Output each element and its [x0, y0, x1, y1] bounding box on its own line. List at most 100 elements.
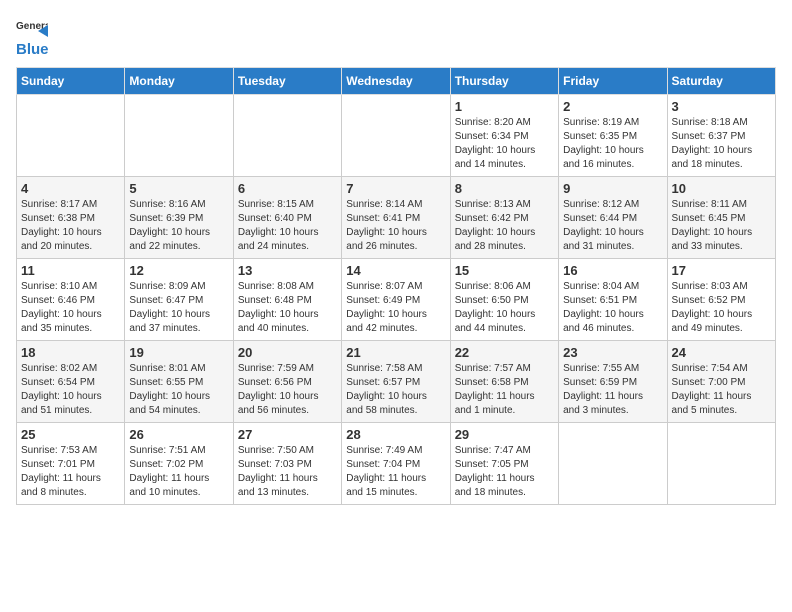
day-info: Sunrise: 8:11 AM Sunset: 6:45 PM Dayligh… — [672, 198, 771, 254]
day-info: Sunrise: 7:54 AM Sunset: 7:00 PM Dayligh… — [672, 362, 771, 418]
day-number: 28 — [346, 427, 445, 442]
day-info: Sunrise: 8:18 AM Sunset: 6:37 PM Dayligh… — [672, 116, 771, 172]
day-number: 17 — [672, 263, 771, 278]
day-number: 23 — [563, 345, 662, 360]
day-number: 13 — [238, 263, 337, 278]
day-number: 24 — [672, 345, 771, 360]
day-info: Sunrise: 7:59 AM Sunset: 6:56 PM Dayligh… — [238, 362, 337, 418]
calendar-cell: 15 Sunrise: 8:06 AM Sunset: 6:50 PM Dayli… — [450, 258, 558, 340]
calendar-table: SundayMondayTuesdayWednesdayThursdayFrid… — [16, 67, 776, 505]
day-number: 15 — [455, 263, 554, 278]
calendar-cell: 1 Sunrise: 8:20 AM Sunset: 6:34 PM Daylig… — [450, 94, 558, 176]
day-info: Sunrise: 7:51 AM Sunset: 7:02 PM Dayligh… — [129, 444, 228, 500]
day-info: Sunrise: 8:01 AM Sunset: 6:55 PM Dayligh… — [129, 362, 228, 418]
calendar-cell: 5Sunrise: 8:16 AM Sunset: 6:39 PM Daylig… — [125, 176, 233, 258]
weekday-header: Wednesday — [342, 67, 450, 94]
day-number: 20 — [238, 345, 337, 360]
weekday-header: Saturday — [667, 67, 775, 94]
calendar-cell: 22 Sunrise: 7:57 AM Sunset: 6:58 PM Dayli… — [450, 340, 558, 422]
calendar-cell: 12 Sunrise: 8:09 AM Sunset: 6:47 PM Dayli… — [125, 258, 233, 340]
calendar-cell — [17, 94, 125, 176]
calendar-cell: 20 Sunrise: 7:59 AM Sunset: 6:56 PM Dayli… — [233, 340, 341, 422]
logo: General Blue — [16, 16, 49, 59]
day-info: Sunrise: 8:17 AM Sunset: 6:38 PM Dayligh… — [21, 198, 120, 254]
calendar-cell: 9 Sunrise: 8:12 AM Sunset: 6:44 PM Daylig… — [559, 176, 667, 258]
calendar-cell: 23 Sunrise: 7:55 AM Sunset: 6:59 PM Dayli… — [559, 340, 667, 422]
day-number: 1 — [455, 99, 554, 114]
day-info: Sunrise: 7:55 AM Sunset: 6:59 PM Dayligh… — [563, 362, 662, 418]
calendar-header-row: SundayMondayTuesdayWednesdayThursdayFrid… — [17, 67, 776, 94]
calendar-cell: 6 Sunrise: 8:15 AM Sunset: 6:40 PM Daylig… — [233, 176, 341, 258]
day-number: 27 — [238, 427, 337, 442]
calendar-week-row: 18 Sunrise: 8:02 AM Sunset: 6:54 PM Dayli… — [17, 340, 776, 422]
day-info: Sunrise: 7:53 AM Sunset: 7:01 PM Dayligh… — [21, 444, 120, 500]
day-info: Sunrise: 8:14 AM Sunset: 6:41 PM Dayligh… — [346, 198, 445, 254]
calendar-cell: 13 Sunrise: 8:08 AM Sunset: 6:48 PM Dayli… — [233, 258, 341, 340]
day-number: 18 — [21, 345, 120, 360]
calendar-cell: 7 Sunrise: 8:14 AM Sunset: 6:41 PM Daylig… — [342, 176, 450, 258]
day-number: 4 — [21, 181, 120, 196]
page-header: General Blue — [16, 16, 776, 59]
day-number: 9 — [563, 181, 662, 196]
weekday-header: Sunday — [17, 67, 125, 94]
day-number: 11 — [21, 263, 120, 278]
day-info: Sunrise: 8:07 AM Sunset: 6:49 PM Dayligh… — [346, 280, 445, 336]
day-number: 26 — [129, 427, 228, 442]
day-number: 19 — [129, 345, 228, 360]
day-info: Sunrise: 8:12 AM Sunset: 6:44 PM Dayligh… — [563, 198, 662, 254]
day-info: Sunrise: 8:20 AM Sunset: 6:34 PM Dayligh… — [455, 116, 554, 172]
day-number: 16 — [563, 263, 662, 278]
weekday-header: Tuesday — [233, 67, 341, 94]
calendar-cell: 27 Sunrise: 7:50 AM Sunset: 7:03 PM Dayli… — [233, 422, 341, 504]
calendar-cell: 17 Sunrise: 8:03 AM Sunset: 6:52 PM Dayli… — [667, 258, 775, 340]
day-info: Sunrise: 8:04 AM Sunset: 6:51 PM Dayligh… — [563, 280, 662, 336]
day-info: Sunrise: 8:10 AM Sunset: 6:46 PM Dayligh… — [21, 280, 120, 336]
day-number: 8 — [455, 181, 554, 196]
day-number: 12 — [129, 263, 228, 278]
weekday-header: Monday — [125, 67, 233, 94]
day-info: Sunrise: 7:49 AM Sunset: 7:04 PM Dayligh… — [346, 444, 445, 500]
calendar-cell: 21 Sunrise: 7:58 AM Sunset: 6:57 PM Dayli… — [342, 340, 450, 422]
calendar-week-row: 25Sunrise: 7:53 AM Sunset: 7:01 PM Dayli… — [17, 422, 776, 504]
day-info: Sunrise: 7:47 AM Sunset: 7:05 PM Dayligh… — [455, 444, 554, 500]
day-number: 2 — [563, 99, 662, 114]
day-number: 10 — [672, 181, 771, 196]
calendar-cell — [559, 422, 667, 504]
calendar-cell: 19 Sunrise: 8:01 AM Sunset: 6:55 PM Dayli… — [125, 340, 233, 422]
calendar-cell — [342, 94, 450, 176]
calendar-cell: 14 Sunrise: 8:07 AM Sunset: 6:49 PM Dayli… — [342, 258, 450, 340]
calendar-cell: 4 Sunrise: 8:17 AM Sunset: 6:38 PM Daylig… — [17, 176, 125, 258]
day-number: 22 — [455, 345, 554, 360]
calendar-cell: 25Sunrise: 7:53 AM Sunset: 7:01 PM Dayli… — [17, 422, 125, 504]
calendar-cell: 2 Sunrise: 8:19 AM Sunset: 6:35 PM Daylig… — [559, 94, 667, 176]
day-number: 3 — [672, 99, 771, 114]
day-info: Sunrise: 8:09 AM Sunset: 6:47 PM Dayligh… — [129, 280, 228, 336]
calendar-cell: 29Sunrise: 7:47 AM Sunset: 7:05 PM Dayli… — [450, 422, 558, 504]
day-info: Sunrise: 8:06 AM Sunset: 6:50 PM Dayligh… — [455, 280, 554, 336]
day-number: 7 — [346, 181, 445, 196]
calendar-cell: 26 Sunrise: 7:51 AM Sunset: 7:02 PM Dayli… — [125, 422, 233, 504]
calendar-cell: 28 Sunrise: 7:49 AM Sunset: 7:04 PM Dayli… — [342, 422, 450, 504]
day-info: Sunrise: 8:02 AM Sunset: 6:54 PM Dayligh… — [21, 362, 120, 418]
day-info: Sunrise: 8:08 AM Sunset: 6:48 PM Dayligh… — [238, 280, 337, 336]
day-info: Sunrise: 8:03 AM Sunset: 6:52 PM Dayligh… — [672, 280, 771, 336]
calendar-week-row: 11 Sunrise: 8:10 AM Sunset: 6:46 PM Dayli… — [17, 258, 776, 340]
day-number: 14 — [346, 263, 445, 278]
day-info: Sunrise: 7:57 AM Sunset: 6:58 PM Dayligh… — [455, 362, 554, 418]
weekday-header: Thursday — [450, 67, 558, 94]
weekday-header: Friday — [559, 67, 667, 94]
day-info: Sunrise: 8:13 AM Sunset: 6:42 PM Dayligh… — [455, 198, 554, 254]
day-number: 6 — [238, 181, 337, 196]
day-info: Sunrise: 7:58 AM Sunset: 6:57 PM Dayligh… — [346, 362, 445, 418]
logo-bird-icon: General — [16, 16, 48, 44]
day-info: Sunrise: 8:15 AM Sunset: 6:40 PM Dayligh… — [238, 198, 337, 254]
day-number: 5 — [129, 181, 228, 196]
day-info: Sunrise: 8:19 AM Sunset: 6:35 PM Dayligh… — [563, 116, 662, 172]
logo-blue-text: Blue — [16, 42, 49, 59]
calendar-week-row: 4 Sunrise: 8:17 AM Sunset: 6:38 PM Daylig… — [17, 176, 776, 258]
calendar-cell: 18 Sunrise: 8:02 AM Sunset: 6:54 PM Dayli… — [17, 340, 125, 422]
day-info: Sunrise: 7:50 AM Sunset: 7:03 PM Dayligh… — [238, 444, 337, 500]
calendar-cell — [667, 422, 775, 504]
calendar-cell — [233, 94, 341, 176]
day-number: 21 — [346, 345, 445, 360]
